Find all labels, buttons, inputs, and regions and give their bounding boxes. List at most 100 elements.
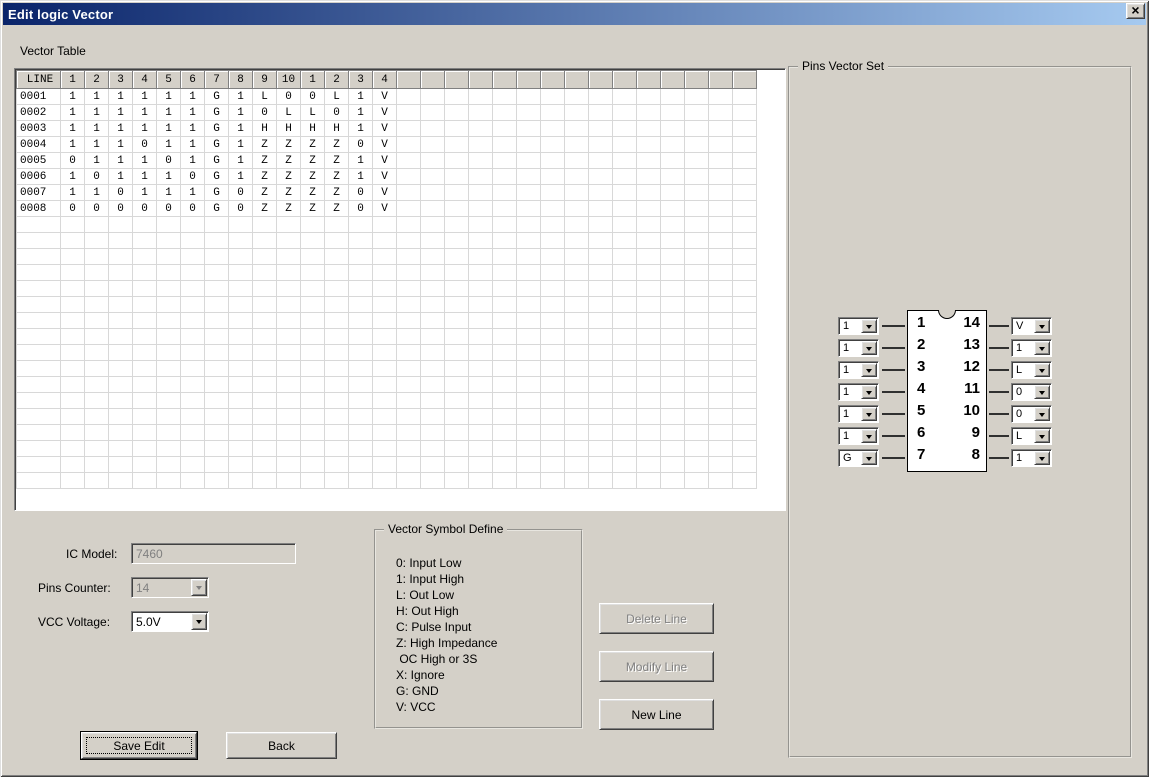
grid-cell[interactable]	[61, 441, 85, 457]
grid-cell[interactable]: 1	[349, 105, 373, 121]
grid-cell[interactable]	[469, 137, 493, 153]
grid-cell[interactable]: G	[205, 153, 229, 169]
grid-cell[interactable]	[637, 425, 661, 441]
grid-cell[interactable]	[469, 377, 493, 393]
grid-line-cell[interactable]: 0008	[17, 201, 61, 217]
grid-cell[interactable]	[709, 313, 733, 329]
grid-cell[interactable]	[541, 409, 565, 425]
grid-cell[interactable]	[85, 281, 109, 297]
grid-cell[interactable]	[373, 377, 397, 393]
grid-cell[interactable]	[277, 457, 301, 473]
grid-cell[interactable]	[85, 249, 109, 265]
grid-cell[interactable]: 1	[85, 185, 109, 201]
grid-cell[interactable]	[733, 281, 757, 297]
grid-cell[interactable]	[85, 457, 109, 473]
grid-cell[interactable]	[181, 409, 205, 425]
grid-cell[interactable]	[205, 281, 229, 297]
grid-cell[interactable]	[661, 425, 685, 441]
grid-cell[interactable]	[493, 377, 517, 393]
grid-cell[interactable]	[613, 153, 637, 169]
grid-cell[interactable]	[589, 153, 613, 169]
grid-cell[interactable]	[661, 313, 685, 329]
grid-cell[interactable]	[469, 441, 493, 457]
grid-cell[interactable]	[253, 473, 277, 489]
grid-cell[interactable]	[637, 313, 661, 329]
pin-4-state-select[interactable]: 1	[838, 383, 879, 401]
grid-cell[interactable]	[253, 361, 277, 377]
grid-cell[interactable]	[109, 377, 133, 393]
grid-cell[interactable]	[469, 169, 493, 185]
grid-cell[interactable]	[373, 457, 397, 473]
grid-cell[interactable]	[589, 281, 613, 297]
grid-cell[interactable]	[469, 153, 493, 169]
grid-cell[interactable]: 1	[61, 169, 85, 185]
grid-cell[interactable]: 1	[349, 169, 373, 185]
grid-cell[interactable]: L	[301, 105, 325, 121]
grid-cell[interactable]	[541, 313, 565, 329]
grid-cell[interactable]	[133, 313, 157, 329]
chevron-down-icon[interactable]	[861, 407, 877, 421]
grid-cell[interactable]	[613, 137, 637, 153]
grid-cell[interactable]	[541, 441, 565, 457]
grid-row[interactable]: 0002111111G10LL01V	[17, 105, 757, 121]
grid-cell[interactable]: 1	[109, 169, 133, 185]
grid-cell[interactable]	[85, 425, 109, 441]
grid-cell[interactable]	[301, 233, 325, 249]
grid-cell[interactable]	[637, 457, 661, 473]
grid-cell[interactable]	[589, 313, 613, 329]
grid-cell[interactable]	[517, 201, 541, 217]
grid-cell[interactable]	[157, 313, 181, 329]
grid-cell[interactable]	[637, 441, 661, 457]
grid-cell[interactable]	[325, 297, 349, 313]
grid-cell[interactable]	[277, 249, 301, 265]
grid-cell[interactable]	[637, 185, 661, 201]
grid-cell[interactable]	[733, 345, 757, 361]
grid-cell[interactable]	[181, 393, 205, 409]
grid-cell[interactable]: 1	[181, 105, 205, 121]
grid-cell[interactable]	[133, 473, 157, 489]
grid-cell[interactable]	[517, 281, 541, 297]
grid-cell[interactable]: 1	[85, 105, 109, 121]
grid-cell[interactable]	[157, 281, 181, 297]
grid-cell[interactable]	[541, 297, 565, 313]
grid-cell[interactable]	[397, 153, 421, 169]
grid-cell[interactable]: 0	[109, 201, 133, 217]
grid-cell[interactable]	[589, 297, 613, 313]
grid-cell[interactable]	[661, 89, 685, 105]
grid-cell[interactable]: 0	[109, 185, 133, 201]
grid-line-cell[interactable]: 0006	[17, 169, 61, 185]
grid-cell[interactable]: 1	[181, 121, 205, 137]
grid-cell[interactable]	[421, 425, 445, 441]
grid-cell[interactable]: 1	[85, 89, 109, 105]
grid-cell[interactable]	[373, 441, 397, 457]
grid-cell[interactable]	[589, 345, 613, 361]
grid-cell[interactable]	[469, 249, 493, 265]
grid-cell[interactable]	[541, 153, 565, 169]
grid-cell[interactable]	[589, 137, 613, 153]
grid-cell[interactable]	[229, 425, 253, 441]
grid-cell[interactable]	[589, 377, 613, 393]
grid-cell[interactable]: 1	[133, 185, 157, 201]
grid-cell[interactable]	[685, 121, 709, 137]
grid-cell[interactable]	[445, 473, 469, 489]
grid-cell[interactable]	[421, 137, 445, 153]
grid-cell[interactable]	[133, 281, 157, 297]
grid-cell[interactable]: 0	[181, 201, 205, 217]
grid-cell[interactable]	[493, 457, 517, 473]
grid-cell[interactable]	[301, 361, 325, 377]
grid-cell[interactable]	[709, 105, 733, 121]
grid-cell[interactable]	[61, 329, 85, 345]
grid-cell[interactable]	[637, 473, 661, 489]
grid-cell[interactable]	[85, 473, 109, 489]
grid-cell[interactable]	[565, 185, 589, 201]
grid-cell[interactable]	[709, 345, 733, 361]
grid-cell[interactable]	[589, 249, 613, 265]
grid-cell[interactable]: 1	[349, 153, 373, 169]
grid-cell[interactable]	[229, 313, 253, 329]
grid-cell[interactable]	[565, 393, 589, 409]
grid-cell[interactable]	[85, 409, 109, 425]
grid-row[interactable]	[17, 473, 757, 489]
grid-cell[interactable]	[685, 329, 709, 345]
chevron-down-icon[interactable]	[861, 429, 877, 443]
grid-cell[interactable]	[445, 121, 469, 137]
